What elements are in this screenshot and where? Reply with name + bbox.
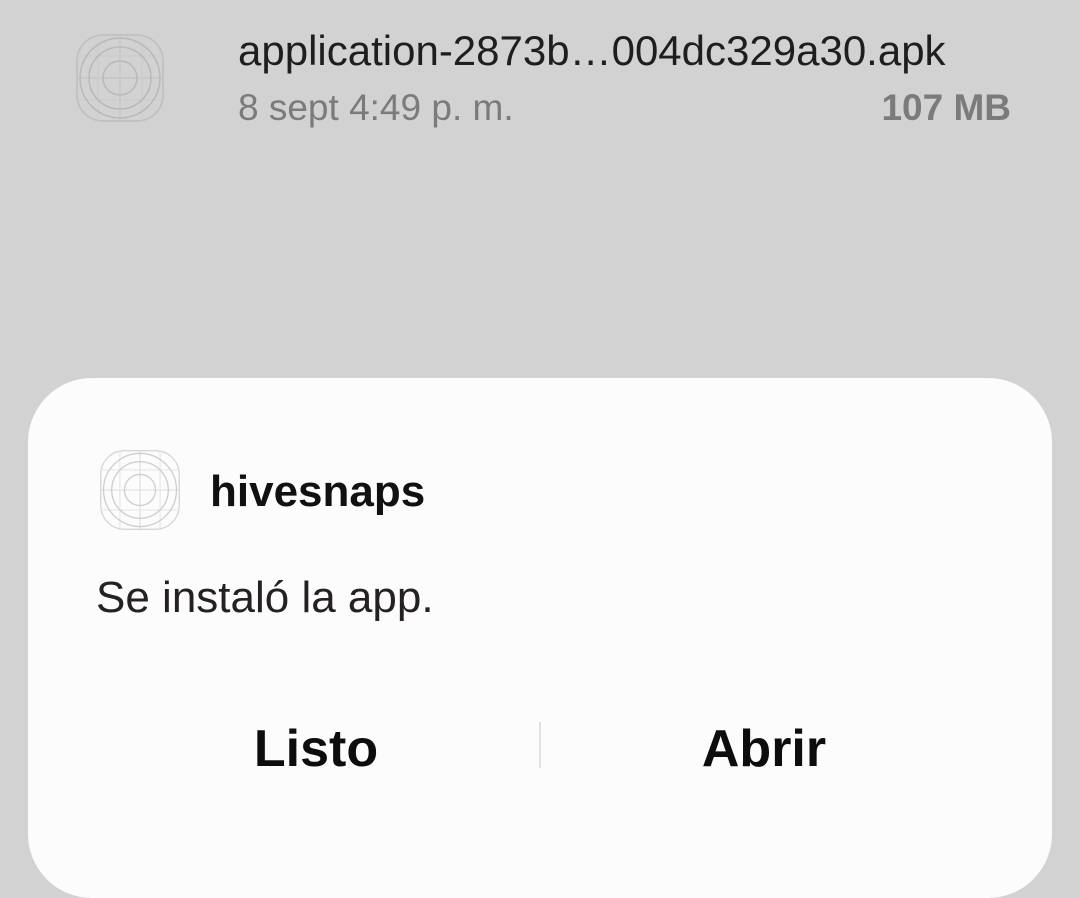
done-button[interactable]: Listo (86, 694, 546, 804)
apk-placeholder-icon (76, 34, 164, 122)
install-message: Se instaló la app. (96, 573, 434, 622)
file-size: 107 MB (881, 87, 1011, 128)
install-complete-dialog: hivesnaps Se instaló la app. Listo Abrir (28, 378, 1052, 898)
app-placeholder-icon (100, 450, 180, 530)
open-button[interactable]: Abrir (536, 694, 992, 804)
app-name: hivesnaps (210, 467, 426, 516)
download-item[interactable]: application-2873b…004dc329a30.apk 8 sept… (0, 0, 1080, 150)
file-name: application-2873b…004dc329a30.apk (238, 27, 946, 74)
file-date: 8 sept 4:49 p. m. (238, 87, 514, 128)
